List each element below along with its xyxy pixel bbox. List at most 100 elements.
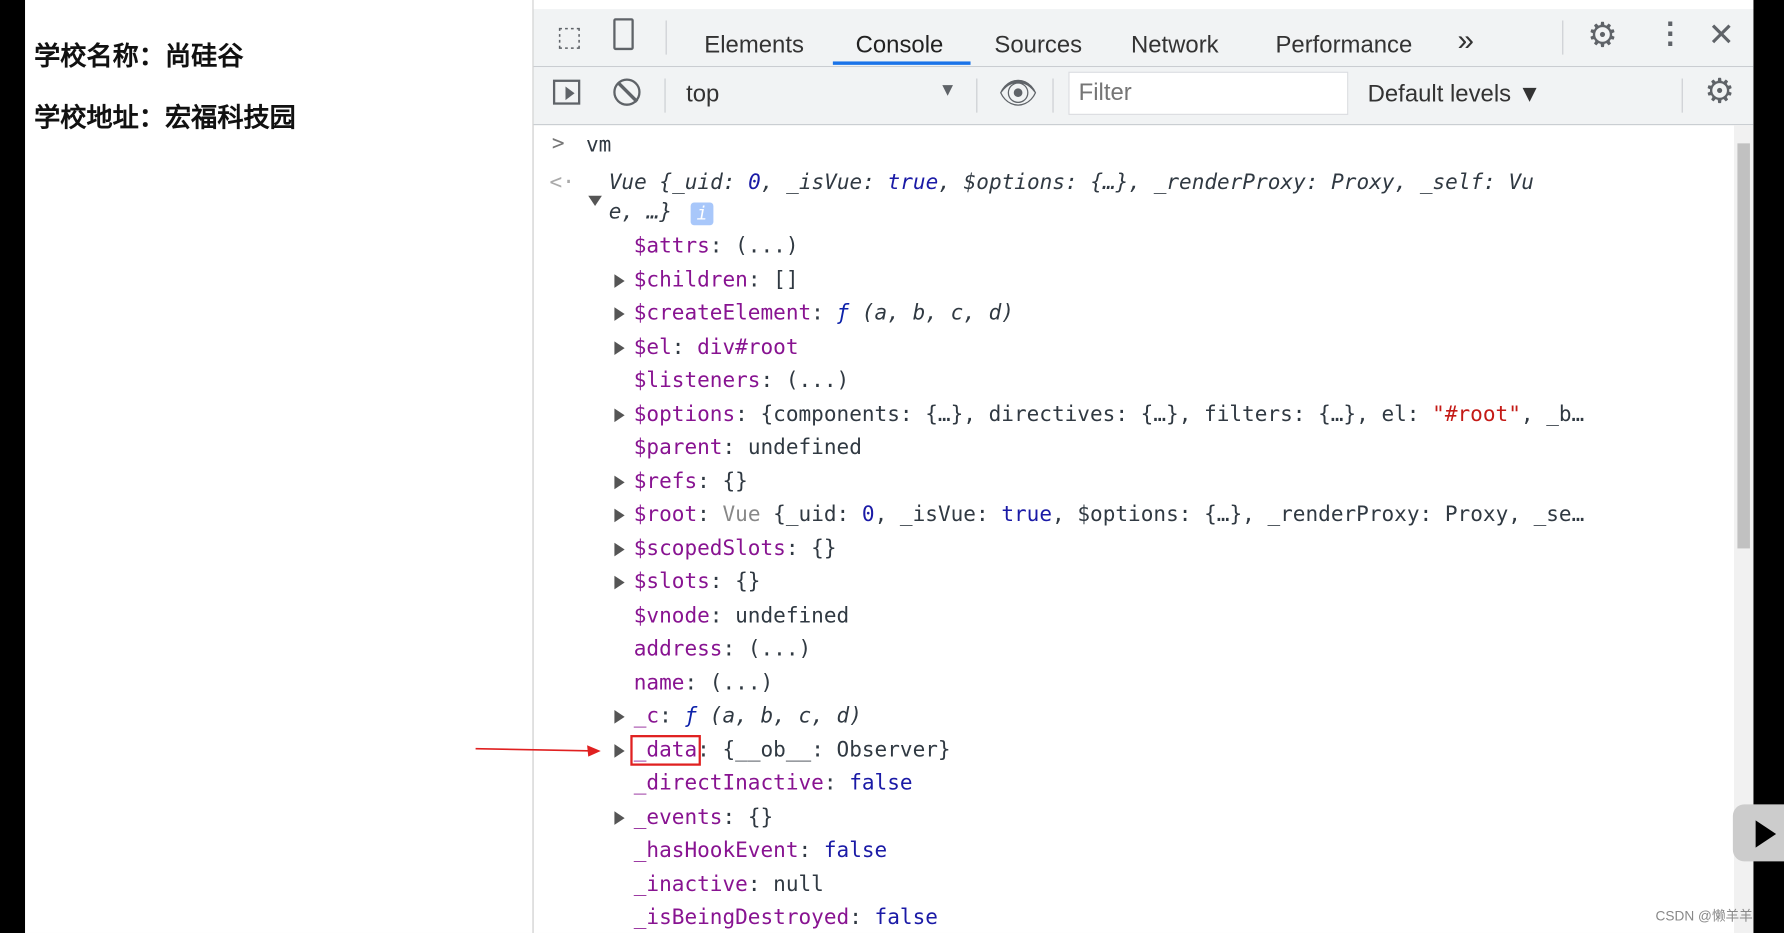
property-key: name xyxy=(633,670,685,695)
tab-network[interactable]: Network xyxy=(1131,32,1219,59)
device-toolbar-icon[interactable] xyxy=(613,18,634,51)
tab-performance[interactable]: Performance xyxy=(1275,32,1412,59)
expand-triangle-icon[interactable] xyxy=(614,273,625,288)
property-key: $el xyxy=(633,335,672,359)
devtools-panel: ⬚ Elements Console Sources Network Perfo… xyxy=(532,0,1754,933)
close-devtools-icon[interactable]: ✕ xyxy=(1708,16,1735,54)
property-key: _inactive xyxy=(633,872,748,897)
property-row[interactable]: address: (...) xyxy=(634,637,811,661)
property-value: : xyxy=(697,502,723,527)
web-page: 学校名称：尚硅谷 学校地址：宏福科技园 xyxy=(25,0,533,933)
property-key: _data xyxy=(630,734,701,766)
context-selector[interactable]: top xyxy=(686,81,719,108)
property-value: div#root xyxy=(697,335,799,359)
collapse-triangle-icon[interactable] xyxy=(588,195,602,206)
context-dropdown-icon[interactable]: ▼ xyxy=(939,81,957,101)
property-value: , _isVue: xyxy=(874,502,1002,527)
expand-triangle-icon[interactable] xyxy=(614,542,625,556)
console-output: > vm <· Vue {_uid: 0, _isVue: true, $opt… xyxy=(534,125,1734,933)
property-key: $root xyxy=(633,502,698,527)
property-value: : (...) xyxy=(760,368,850,393)
property-value: : (...) xyxy=(722,637,812,662)
tab-elements[interactable]: Elements xyxy=(704,32,804,59)
property-value: : (...) xyxy=(684,670,774,695)
expand-triangle-icon[interactable] xyxy=(614,575,625,590)
object-summary[interactable]: Vue {_uid: 0, _isVue: true, $options: {…… xyxy=(609,171,1534,195)
property-row[interactable]: _inactive: null xyxy=(634,872,824,896)
property-value: : {components: {…}, directives: {…}, fil… xyxy=(735,402,1433,427)
property-value: : xyxy=(811,301,837,326)
property-value: ƒ xyxy=(836,301,850,326)
sidebar-toggle-icon[interactable] xyxy=(552,79,581,105)
property-value: : {} xyxy=(697,469,748,494)
property-value: : xyxy=(798,838,824,863)
devtools-tab-bar: ⬚ Elements Console Sources Network Perfo… xyxy=(533,9,1754,68)
property-row[interactable]: _isBeingDestroyed: false xyxy=(634,906,938,930)
expand-triangle-icon[interactable] xyxy=(614,810,625,825)
property-row[interactable]: $el: div#root xyxy=(634,335,799,359)
expand-triangle-icon[interactable] xyxy=(614,709,625,724)
property-value: false xyxy=(874,905,938,930)
settings-gear-icon[interactable]: ⚙ xyxy=(1587,16,1618,56)
property-value: : {} xyxy=(785,536,837,561)
property-value: : undefined xyxy=(709,603,850,628)
property-key: $vnode xyxy=(633,603,710,628)
property-key: $attrs xyxy=(633,234,710,259)
property-key: $children xyxy=(633,267,748,292)
property-row[interactable]: _c: ƒ (a, b, c, d) xyxy=(634,704,862,728)
expand-triangle-icon[interactable] xyxy=(614,407,625,422)
expand-triangle-icon[interactable] xyxy=(614,475,625,489)
console-settings-icon[interactable]: ⚙ xyxy=(1704,72,1735,112)
annotation-arrow xyxy=(475,745,601,757)
property-value: : {} xyxy=(722,804,774,829)
property-row[interactable]: _events: {} xyxy=(634,805,773,829)
property-key: $options xyxy=(633,402,736,427)
prompt-chevron-icon: > xyxy=(551,131,565,156)
log-levels-dropdown[interactable]: Default levels ▼ xyxy=(1368,81,1542,108)
property-row[interactable]: $scopedSlots: {} xyxy=(634,536,837,560)
property-row[interactable]: $parent: undefined xyxy=(634,436,862,460)
expand-triangle-icon[interactable] xyxy=(614,340,625,355)
inspect-element-icon[interactable]: ⬚ xyxy=(556,20,582,53)
property-value: : xyxy=(671,335,698,359)
expand-triangle-icon[interactable] xyxy=(614,307,625,321)
property-row[interactable]: $createElement: ƒ (a, b, c, d) xyxy=(634,302,1014,326)
school-name: 学校名称：尚硅谷 xyxy=(34,42,244,72)
video-player-icon[interactable] xyxy=(1732,804,1784,862)
tab-sources[interactable]: Sources xyxy=(994,32,1082,59)
property-key: address xyxy=(633,637,723,662)
property-row[interactable]: $options: {components: {…}, directives: … xyxy=(634,402,1584,426)
property-row[interactable]: $root: Vue {_uid: 0, _isVue: true, $opti… xyxy=(634,503,1585,527)
property-key: $listeners xyxy=(633,368,761,393)
property-row[interactable]: name: (...) xyxy=(634,671,773,695)
property-row[interactable]: _directInactive: false xyxy=(634,771,913,795)
expand-triangle-icon[interactable] xyxy=(614,508,625,523)
more-tabs-button[interactable]: » xyxy=(1458,23,1474,58)
property-value: : [] xyxy=(747,267,799,292)
expand-triangle-icon[interactable] xyxy=(614,743,625,758)
console-toolbar: top ▼ 👁 Default levels ▼ ⚙ xyxy=(533,67,1754,126)
property-row[interactable]: $vnode: undefined xyxy=(634,604,849,628)
live-expression-eye-icon[interactable]: 👁 xyxy=(998,74,1038,112)
info-badge-icon[interactable]: i xyxy=(690,202,714,226)
property-row[interactable]: $attrs: (...) xyxy=(634,234,799,258)
tab-console[interactable]: Console xyxy=(856,32,944,59)
property-value: , $options: {…}, _renderProxy: Proxy, _s… xyxy=(1052,502,1585,527)
clear-console-icon[interactable] xyxy=(613,78,641,106)
summary-token: Vue {_uid: xyxy=(608,170,749,195)
property-row[interactable]: $refs: {} xyxy=(634,469,748,493)
scrollbar-thumb[interactable] xyxy=(1737,143,1750,549)
property-row[interactable]: $slots: {} xyxy=(634,570,761,594)
property-row[interactable]: _data: {__ob__: Observer} xyxy=(630,734,951,766)
property-value: : (...) xyxy=(709,234,799,259)
property-value: : {__ob__: Observer} xyxy=(697,737,951,762)
result-arrow-icon: <· xyxy=(549,170,575,195)
property-row[interactable]: $listeners: (...) xyxy=(634,369,849,393)
summary-token: true xyxy=(887,170,939,195)
property-value: "#root" xyxy=(1432,402,1521,427)
more-options-icon[interactable]: ⋮ xyxy=(1655,16,1685,51)
filter-input[interactable] xyxy=(1068,71,1349,115)
property-row[interactable]: _hasHookEvent: false xyxy=(634,839,887,863)
property-row[interactable]: $children: [] xyxy=(634,268,799,292)
watermark: CSDN @懒羊羊 xyxy=(1655,907,1753,924)
